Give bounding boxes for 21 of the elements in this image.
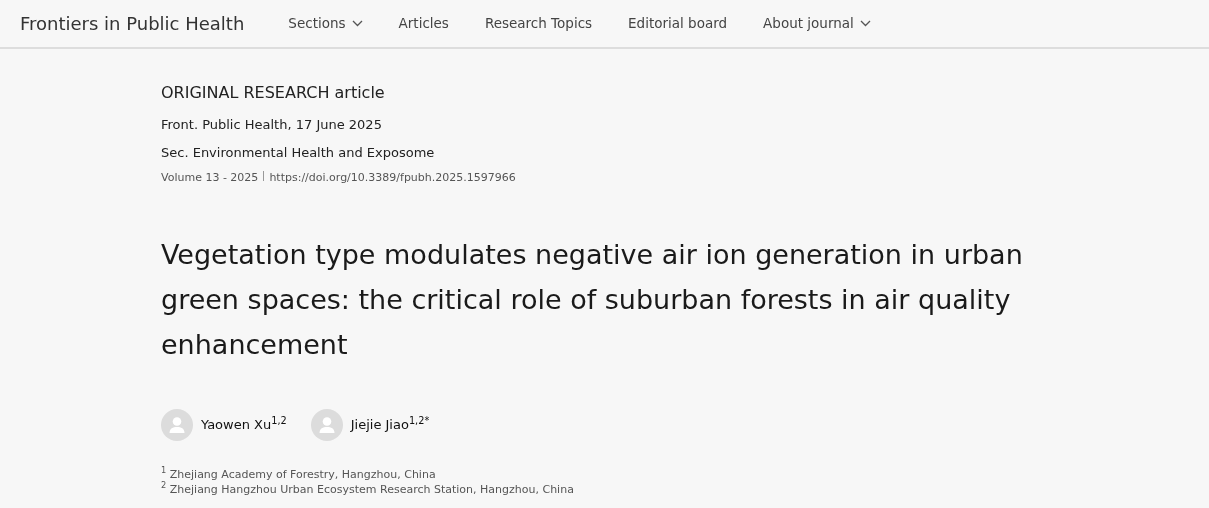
chevron-down-icon [859,20,871,27]
nav-link[interactable]: Editorial board [628,13,728,34]
nav-dropdown[interactable]: Sections [288,13,363,34]
affiliation-text: $^{1}$ Zhejiang Academy of Forestry, Hangzhou, China [161,466,437,481]
journal-title-link[interactable]: Frontiers in Public Health [20,10,245,37]
citation-text: Front. Public Health, 17 June 2025 [161,116,383,134]
separator [263,171,265,181]
article-title: Vegetation type modulates negative air ion generation in urban green spaces: the critical role of suburban forests in air quality enhancement [161,237,1024,362]
volume-text: Volume 13 - 2025 [161,171,259,184]
article-type: ORIGINAL RESEARCH article [161,82,386,104]
nav-dropdown[interactable]: About journal [763,13,871,34]
author-link[interactable]: Yaowen Xu$^{1,2}$ [201,414,287,435]
doi-link[interactable]: https://doi.org/10.3389/fpubh.2025.1597966 [269,171,516,184]
section-text: Sec. Environmental Health and Exposome [161,143,436,162]
affiliation-text: $^{2}$ Zhejiang Hangzhou Urban Ecosystem Research Station, Hangzhou, China [161,481,575,497]
avatar-icon [310,408,343,441]
nav-link[interactable]: Articles [398,13,449,34]
chevron-down-icon [351,20,363,27]
avatar-icon [161,408,193,441]
nav-link[interactable]: Research Topics [484,13,593,34]
author-link[interactable]: Jiejie Jiao$^{1,2*}$ [350,414,430,435]
